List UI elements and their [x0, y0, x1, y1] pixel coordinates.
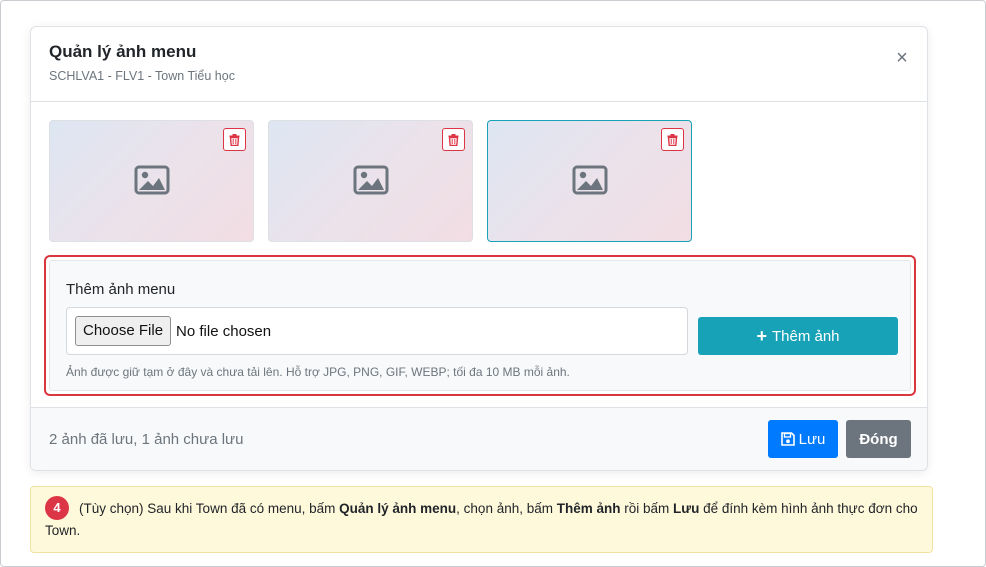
- add-image-button[interactable]: + Thêm ảnh: [698, 317, 898, 355]
- note-bold-manage: Quản lý ảnh menu: [339, 501, 457, 516]
- add-image-panel: Thêm ảnh menu Choose File No file chosen…: [49, 260, 911, 391]
- save-button[interactable]: Lưu: [768, 420, 838, 458]
- trash-icon: [229, 133, 240, 146]
- file-status-text: No file chosen: [176, 322, 272, 340]
- step-number-badge: 4: [45, 495, 69, 520]
- close-icon[interactable]: ×: [893, 48, 911, 68]
- delete-image-button-1[interactable]: [223, 128, 246, 151]
- add-image-panel-highlight: Thêm ảnh menu Choose File No file chosen…: [44, 255, 916, 396]
- save-button-label: Lưu: [798, 430, 826, 448]
- trash-icon: [448, 133, 459, 146]
- upload-hint: Ảnh được giữ tạm ở đây và chưa tải lên. …: [66, 365, 570, 379]
- modal-subtitle: SCHLVA1 - FLV1 - Town Tiểu học: [49, 69, 235, 83]
- plus-icon: +: [756, 326, 767, 346]
- modal-body: Thêm ảnh menu Choose File No file chosen…: [31, 102, 927, 409]
- modal-header: Quản lý ảnh menu SCHLVA1 - FLV1 - Town T…: [31, 27, 927, 102]
- image-placeholder-icon: [134, 165, 170, 195]
- add-image-button-label: Thêm ảnh: [771, 327, 840, 345]
- modal-footer: 2 ảnh đã lưu, 1 ảnh chưa lưu Lưu Đóng: [31, 407, 927, 470]
- modal-title: Quản lý ảnh menu: [49, 42, 197, 61]
- close-button[interactable]: Đóng: [846, 420, 911, 458]
- note-text-1: (Tùy chọn) Sau khi Town đã có menu, bấm: [79, 501, 340, 516]
- floppy-disk-icon: [780, 432, 795, 446]
- save-status-text: 2 ảnh đã lưu, 1 ảnh chưa lưu: [49, 431, 244, 448]
- add-image-label: Thêm ảnh menu: [66, 281, 176, 298]
- image-thumbnail-1[interactable]: [49, 120, 254, 242]
- note-bold-save: Lưu: [673, 501, 700, 516]
- image-thumbnail-2[interactable]: [268, 120, 473, 242]
- instruction-note: 4 (Tùy chọn) Sau khi Town đã có menu, bấm…: [30, 486, 933, 553]
- delete-image-button-2[interactable]: [442, 128, 465, 151]
- image-placeholder-icon: [353, 165, 389, 195]
- image-thumbnail-3[interactable]: [487, 120, 692, 242]
- manage-menu-images-modal: Quản lý ảnh menu SCHLVA1 - FLV1 - Town T…: [30, 26, 928, 471]
- note-bold-add: Thêm ảnh: [556, 501, 621, 516]
- note-text-3: rồi bấm: [620, 501, 674, 516]
- trash-icon: [667, 133, 678, 146]
- file-input[interactable]: Choose File No file chosen: [66, 307, 688, 355]
- image-placeholder-icon: [572, 165, 608, 195]
- choose-file-button[interactable]: Choose File: [75, 316, 172, 346]
- delete-image-button-3[interactable]: [661, 128, 684, 151]
- note-text-2: , chọn ảnh, bấm: [456, 501, 557, 516]
